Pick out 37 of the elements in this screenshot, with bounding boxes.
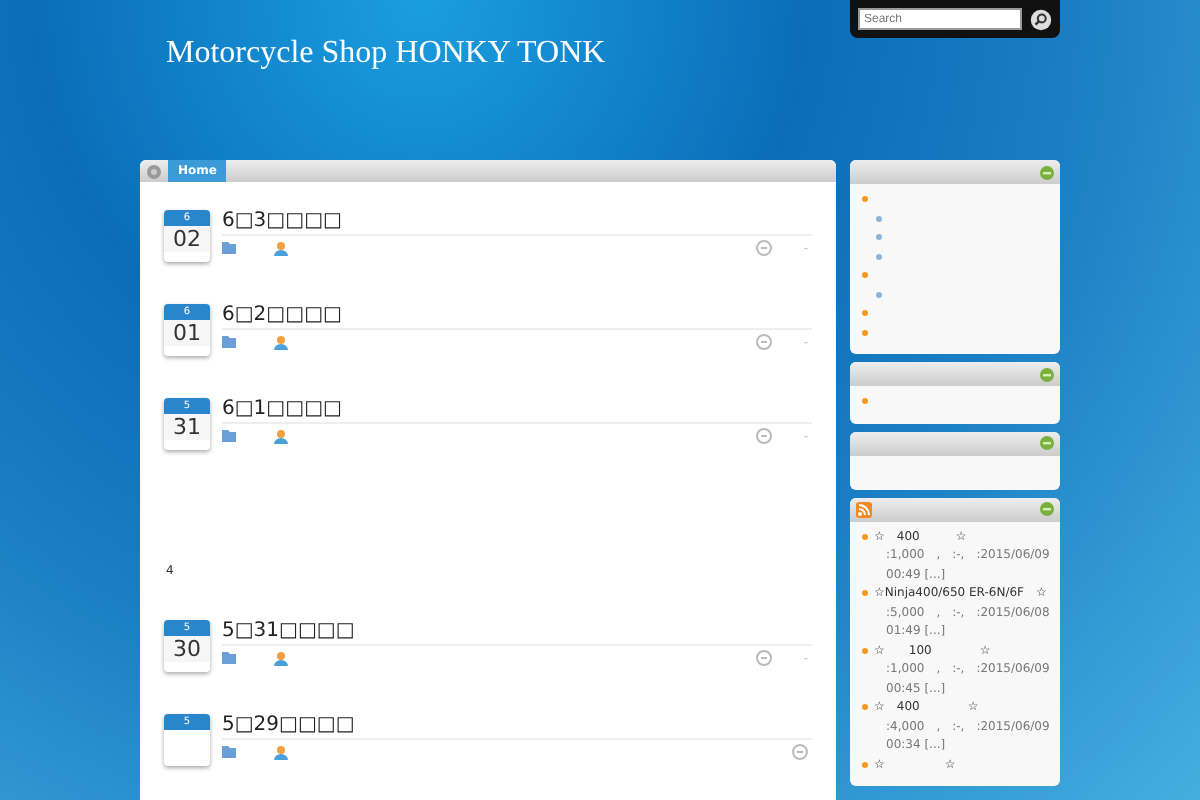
post-title[interactable]: 6□3□□□□	[222, 210, 812, 236]
person-icon	[274, 335, 288, 349]
bullet-icon	[876, 253, 882, 260]
folder-icon	[222, 242, 236, 254]
person-icon	[274, 745, 288, 759]
bullet-icon	[862, 590, 868, 596]
bullet-icon	[862, 647, 868, 653]
bullet-icon	[862, 272, 868, 279]
post-title[interactable]: 5□29□□□□	[222, 714, 812, 740]
bullet-icon	[876, 234, 882, 241]
collapse-icon[interactable]	[1040, 502, 1054, 516]
folder-icon	[222, 746, 236, 758]
collapse-icon[interactable]	[1040, 165, 1054, 179]
post-title[interactable]: 6□1□□□□	[222, 398, 812, 424]
folder-icon	[222, 430, 236, 442]
person-icon	[274, 429, 288, 443]
bullet-icon	[862, 310, 868, 317]
bullet-icon	[862, 704, 868, 710]
bullet-icon	[862, 329, 868, 336]
folder-icon	[222, 336, 236, 348]
bullet-icon	[862, 533, 868, 539]
bullet-icon	[876, 291, 882, 298]
collapse-icon[interactable]	[1040, 367, 1054, 381]
person-icon	[274, 651, 288, 665]
person-icon	[274, 241, 288, 255]
search-icon[interactable]	[1030, 5, 1052, 33]
site-title[interactable]: Motorcycle Shop HONKY TONK	[166, 36, 606, 72]
bullet-icon	[876, 215, 882, 222]
post-title[interactable]: 5□31□□□□	[222, 620, 812, 646]
folder-icon	[222, 652, 236, 664]
bullet-icon	[862, 761, 868, 767]
bullet-icon	[862, 398, 868, 405]
home-dot-icon	[146, 163, 162, 179]
post-title[interactable]: 6□2□□□□	[222, 304, 812, 330]
bullet-icon	[862, 196, 868, 203]
collapse-icon[interactable]	[1040, 436, 1054, 450]
rss-icon[interactable]	[856, 501, 872, 517]
